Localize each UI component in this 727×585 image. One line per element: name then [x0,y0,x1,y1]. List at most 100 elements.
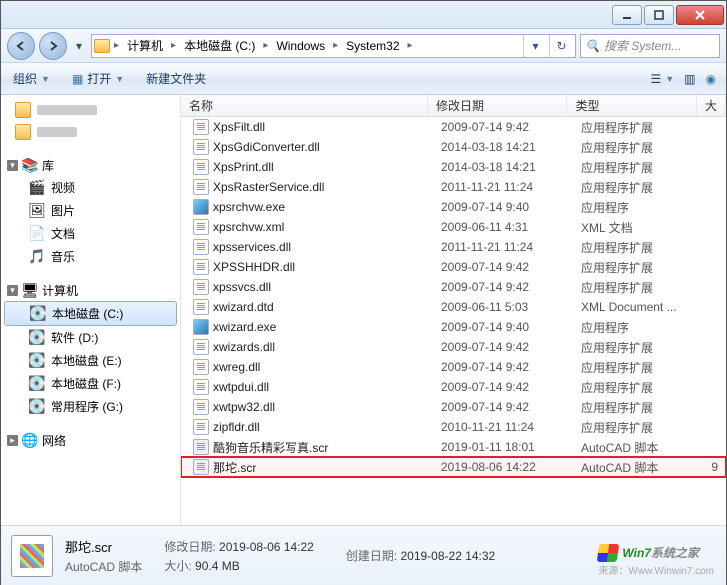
sidebar-drive[interactable]: 💽本地磁盘 (E:) [1,349,180,372]
col-size[interactable]: 大 [697,95,726,116]
col-type[interactable]: 类型 [567,95,697,116]
drive-icon: 💽 [30,306,46,322]
file-icon [193,419,209,435]
library-icon: 🖼 [29,203,45,219]
sidebar-drive[interactable]: 💽本地磁盘 (C:) [4,301,177,326]
column-headers: 名称 修改日期 类型 大 [181,95,726,117]
organize-menu[interactable]: 组织 ▼ [7,67,56,90]
windows-flag-icon [597,544,620,562]
table-row[interactable]: 那坨.scr2019-08-06 14:22AutoCAD 脚本9 [181,457,726,477]
file-icon [193,139,209,155]
file-icon [193,179,209,195]
sidebar-item-图片[interactable]: 🖼图片 [1,199,180,222]
forward-button[interactable] [39,32,67,60]
search-icon: 🔍 [585,39,600,53]
collapse-icon: ▾ [7,160,18,171]
search-input[interactable]: 🔍 搜索 System... [580,34,720,58]
col-date[interactable]: 修改日期 [428,95,567,116]
file-icon [193,459,209,475]
help-button[interactable]: ◉ [702,69,720,89]
refresh-button[interactable]: ↻ [549,35,573,57]
sidebar-drive[interactable]: 💽常用程序 (G:) [1,395,180,418]
sidebar-quick-1[interactable] [1,99,180,121]
chevron-right-icon: ▸ [112,40,121,51]
table-row[interactable]: xwizards.dll2009-07-14 9:42应用程序扩展 [181,337,726,357]
open-button[interactable]: ▦ 打开 ▼ [66,67,130,90]
table-row[interactable]: xpssvcs.dll2009-07-14 9:42应用程序扩展 [181,277,726,297]
table-row[interactable]: xwtpw32.dll2009-07-14 9:42应用程序扩展 [181,397,726,417]
maximize-button[interactable] [644,5,674,25]
table-row[interactable]: xpsrchvw.xml2009-06-11 4:31XML 文档 [181,217,726,237]
sidebar-item-视频[interactable]: 🎬视频 [1,176,180,199]
crumb-windows[interactable]: Windows [272,39,329,53]
table-row[interactable]: zipfldr.dll2010-11-21 11:24应用程序扩展 [181,417,726,437]
file-icon [193,159,209,175]
sidebar-network-head[interactable]: ▸🌐网络 [1,430,180,451]
selected-filename: 那坨.scr [65,537,142,556]
sidebar-library-head[interactable]: ▾📚库 [1,155,180,176]
table-row[interactable]: xwizard.dtd2009-06-11 5:03XML Document .… [181,297,726,317]
table-row[interactable]: 酷狗音乐精彩写真.scr2019-01-11 18:01AutoCAD 脚本 [181,437,726,457]
expand-icon: ▸ [7,435,18,446]
file-icon [193,339,209,355]
close-button[interactable] [676,5,724,25]
watermark: Win7系统之家 来源：Www.Winwin7.com [598,544,714,577]
table-row[interactable]: XpsPrint.dll2014-03-18 14:21应用程序扩展 [181,157,726,177]
table-row[interactable]: xpsrchvw.exe2009-07-14 9:40应用程序 [181,197,726,217]
history-dropdown[interactable]: ▾ [71,36,87,56]
table-row[interactable]: xwizard.exe2009-07-14 9:40应用程序 [181,317,726,337]
file-icon [193,239,209,255]
file-icon [193,319,209,335]
file-icon [193,119,209,135]
sidebar-item-文档[interactable]: 📄文档 [1,222,180,245]
file-icon [193,199,209,215]
file-icon [193,259,209,275]
library-icon: 📄 [29,226,45,242]
table-row[interactable]: xwreg.dll2009-07-14 9:42应用程序扩展 [181,357,726,377]
back-button[interactable] [7,32,35,60]
file-icon [193,399,209,415]
view-options-button[interactable]: ☰ ▼ [646,69,678,89]
sidebar-drive[interactable]: 💽软件 (D:) [1,326,180,349]
table-row[interactable]: XpsFilt.dll2009-07-14 9:42应用程序扩展 [181,117,726,137]
crumb-drive-c[interactable]: 本地磁盘 (C:) [180,37,259,54]
file-icon [193,219,209,235]
table-row[interactable]: xwtpdui.dll2009-07-14 9:42应用程序扩展 [181,377,726,397]
toolbar: 组织 ▼ ▦ 打开 ▼ 新建文件夹 ☰ ▼ ▥ ◉ [1,63,726,95]
file-icon [193,299,209,315]
sidebar-drive[interactable]: 💽本地磁盘 (F:) [1,372,180,395]
file-icon [193,379,209,395]
table-row[interactable]: xpsservices.dll2011-11-21 11:24应用程序扩展 [181,237,726,257]
sidebar-item-音乐[interactable]: 🎵音乐 [1,245,180,268]
file-icon [193,439,209,455]
crumb-system32[interactable]: System32 [342,39,403,53]
modified-date: 2019-08-06 14:22 [219,540,314,554]
file-icon [193,279,209,295]
breadcrumb-dropdown[interactable]: ▾ [523,35,547,57]
drive-icon: 💽 [29,376,45,392]
sidebar-quick-2[interactable] [1,121,180,143]
table-row[interactable]: XpsGdiConverter.dll2014-03-18 14:21应用程序扩… [181,137,726,157]
drive-icon: 💽 [29,330,45,346]
drive-icon: 💽 [29,399,45,415]
sidebar: ▾📚库 🎬视频🖼图片📄文档🎵音乐 ▾🖥计算机 💽本地磁盘 (C:)💽软件 (D:… [1,95,181,525]
crumb-computer[interactable]: 计算机 [123,37,167,54]
sidebar-computer-head[interactable]: ▾🖥计算机 [1,280,180,301]
library-icon: 🎬 [29,180,45,196]
library-icon: 🎵 [29,249,45,265]
breadcrumb[interactable]: ▸ 计算机▸ 本地磁盘 (C:)▸ Windows▸ System32▸ ▾ ↻ [91,34,576,58]
new-folder-button[interactable]: 新建文件夹 [140,67,212,90]
table-row[interactable]: XPSSHHDR.dll2009-07-14 9:42应用程序扩展 [181,257,726,277]
created-date: 2019-08-22 14:32 [400,549,495,563]
drive-icon: 💽 [29,353,45,369]
col-name[interactable]: 名称 [181,95,428,116]
file-type-icon [11,535,53,577]
table-row[interactable]: XpsRasterService.dll2011-11-21 11:24应用程序… [181,177,726,197]
title-bar [1,1,726,29]
collapse-icon: ▾ [7,285,18,296]
preview-pane-button[interactable]: ▥ [680,69,699,89]
file-list[interactable]: XpsFilt.dll2009-07-14 9:42应用程序扩展XpsGdiCo… [181,117,726,525]
minimize-button[interactable] [612,5,642,25]
folder-icon [94,39,110,53]
nav-bar: ▾ ▸ 计算机▸ 本地磁盘 (C:)▸ Windows▸ System32▸ ▾… [1,29,726,63]
